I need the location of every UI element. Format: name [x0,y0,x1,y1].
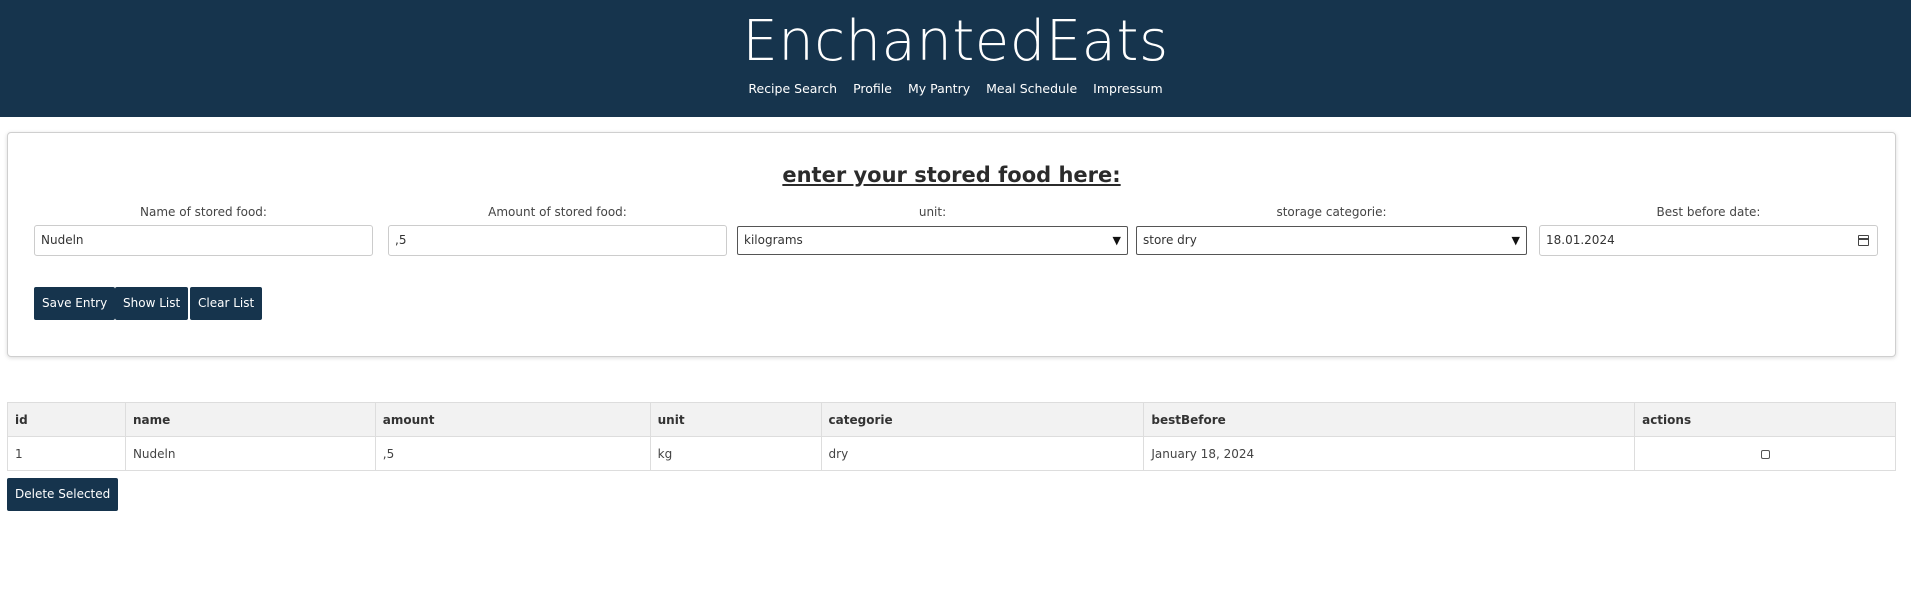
column-header-bestbefore: bestBefore [1143,402,1636,437]
cell-actions [1634,436,1896,471]
main-nav: Recipe Search Profile My Pantry Meal Sch… [0,81,1911,96]
food-name-value: Nudeln [41,233,84,247]
table-row: 1 Nudeln ,5 kg dry January 18, 2024 [7,436,1896,471]
nav-profile[interactable]: Profile [853,81,892,96]
nav-meal-schedule[interactable]: Meal Schedule [986,81,1077,96]
name-label: Name of stored food: [140,205,267,219]
food-amount-value: ,5 [395,233,407,247]
unit-select[interactable]: kilograms ▼ [737,226,1128,255]
show-list-button[interactable]: Show List [115,287,189,320]
cell-best-before: January 18, 2024 [1143,436,1636,471]
column-header-name: name [124,402,376,437]
date-value: 18.01.2024 [1546,233,1615,247]
cell-amount: ,5 [374,436,651,471]
site-brand[interactable]: EnchantedEats [0,6,1911,78]
category-select[interactable]: store dry ▼ [1136,226,1527,255]
table-header-row: id name amount unit categorie bestBefore… [7,402,1896,437]
amount-label: Amount of stored food: [488,205,627,219]
column-header-actions: actions [1634,402,1896,437]
column-header-unit: unit [649,402,822,437]
row-select-checkbox[interactable] [1760,449,1770,459]
cell-id: 1 [7,436,126,471]
calendar-icon[interactable] [1858,235,1869,246]
best-before-date-input[interactable]: 18.01.2024 [1539,225,1878,256]
food-amount-input[interactable]: ,5 [388,225,727,256]
chevron-down-icon: ▼ [1511,234,1520,247]
save-entry-button[interactable]: Save Entry [34,287,116,320]
category-value: store dry [1143,233,1197,247]
food-entry-card: enter your stored food here: Name of sto… [7,132,1896,357]
delete-selected-button[interactable]: Delete Selected [7,478,119,511]
column-header-id: id [7,402,126,437]
cell-unit: kg [649,436,822,471]
unit-value: kilograms [744,233,803,247]
form-title: enter your stored food here: [782,163,1121,187]
category-label: storage categorie: [1276,205,1387,219]
date-label: Best before date: [1656,205,1761,219]
site-header: EnchantedEats Recipe Search Profile My P… [0,0,1911,117]
pantry-table: id name amount unit categorie bestBefore… [7,402,1896,471]
chevron-down-icon: ▼ [1112,234,1121,247]
unit-label: unit: [918,205,947,219]
nav-recipe-search[interactable]: Recipe Search [748,81,837,96]
cell-name: Nudeln [124,436,376,471]
cell-categorie: dry [820,436,1145,471]
column-header-categorie: categorie [820,402,1145,437]
nav-my-pantry[interactable]: My Pantry [908,81,970,96]
column-header-amount: amount [374,402,651,437]
nav-impressum[interactable]: Impressum [1093,81,1162,96]
food-name-input[interactable]: Nudeln [34,225,373,256]
clear-list-button[interactable]: Clear List [190,287,263,320]
